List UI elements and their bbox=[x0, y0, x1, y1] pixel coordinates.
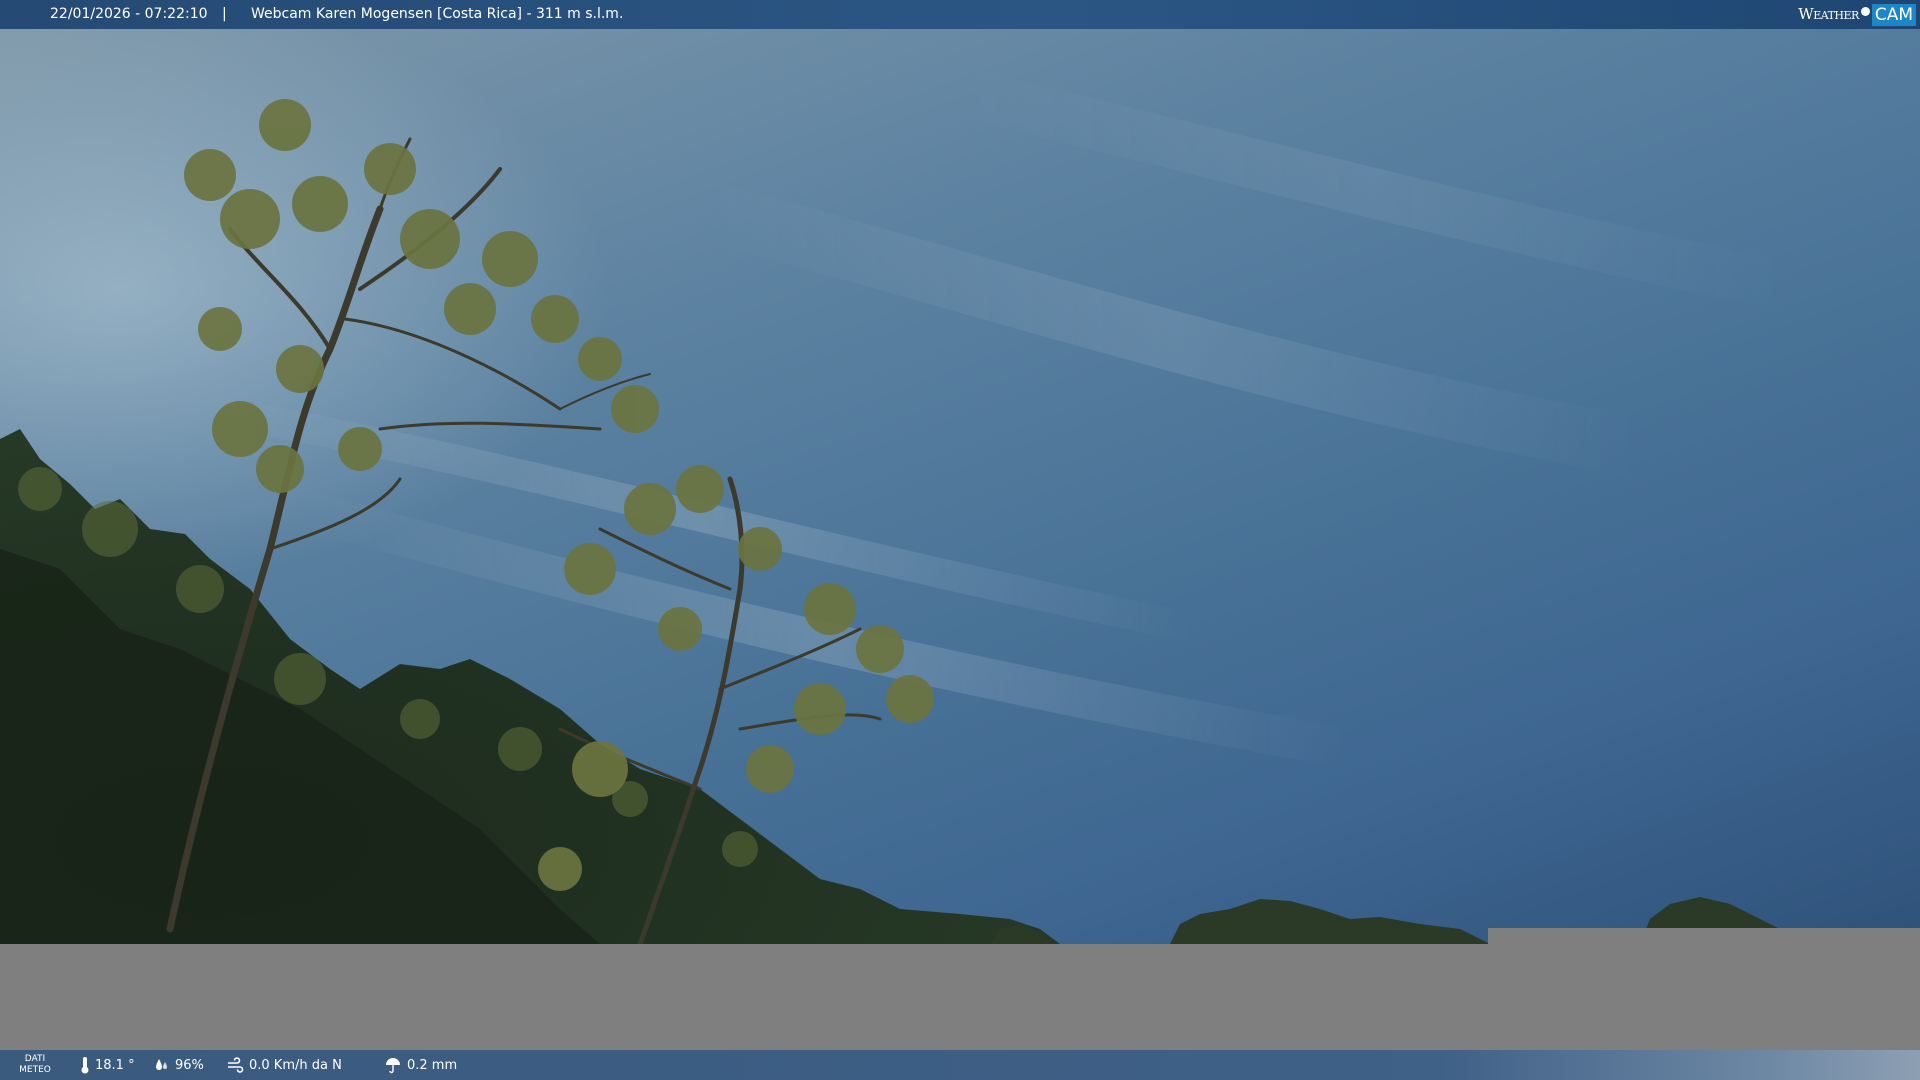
top-info-bar: 22/01/2026 - 07:22:10 | Webcam Karen Mog… bbox=[0, 0, 1920, 29]
cirrus-clouds bbox=[197, 64, 1805, 769]
logo-word: Weather bbox=[1798, 5, 1859, 23]
webcam-title: Webcam Karen Mogensen [Costa Rica] - 311… bbox=[251, 6, 624, 22]
signal-gap-patch bbox=[1488, 928, 1920, 944]
humidity-drops-icon bbox=[156, 1059, 167, 1070]
timestamp: 22/01/2026 - 07:22:10 bbox=[50, 6, 208, 22]
landscape-illustration bbox=[0, 64, 1805, 944]
weathercam-logo: Weather CAM bbox=[1798, 0, 1916, 29]
webcam-frame: 22/01/2026 - 07:22:10 | Webcam Karen Mog… bbox=[0, 0, 1920, 1080]
logo-dot-icon bbox=[1860, 7, 1870, 16]
humidity-readout: 96% bbox=[154, 1050, 204, 1080]
webcam-image bbox=[0, 29, 1920, 944]
rain-value: 0.2 mm bbox=[407, 1057, 458, 1073]
wind-readout: 0.0 Km/h da N bbox=[226, 1050, 342, 1080]
rain-umbrella-icon bbox=[386, 1058, 400, 1074]
thermometer-icon bbox=[81, 1057, 89, 1074]
cecropia-leaves-left bbox=[184, 99, 659, 493]
rain-readout: 0.2 mm bbox=[384, 1050, 457, 1080]
logo-cam: CAM bbox=[1871, 3, 1916, 26]
wind-icon bbox=[228, 1057, 244, 1073]
humidity-value: 96% bbox=[175, 1057, 204, 1073]
signal-gap-band bbox=[0, 944, 1920, 1050]
temperature-value: 18.1 ° bbox=[95, 1057, 135, 1073]
wind-value: 0.0 Km/h da N bbox=[249, 1057, 342, 1073]
temperature-readout: 18.1 ° bbox=[80, 1050, 135, 1080]
dati-label-line2: METEO bbox=[19, 1065, 51, 1075]
dati-meteo-label: DATI METEO bbox=[18, 1054, 52, 1076]
weather-data-bar: DATI METEO 18.1 ° 96% 0.0 Km/h da N 0.2 … bbox=[0, 1050, 1920, 1080]
header-separator: | bbox=[222, 6, 227, 22]
dati-label-line1: DATI bbox=[24, 1054, 46, 1064]
